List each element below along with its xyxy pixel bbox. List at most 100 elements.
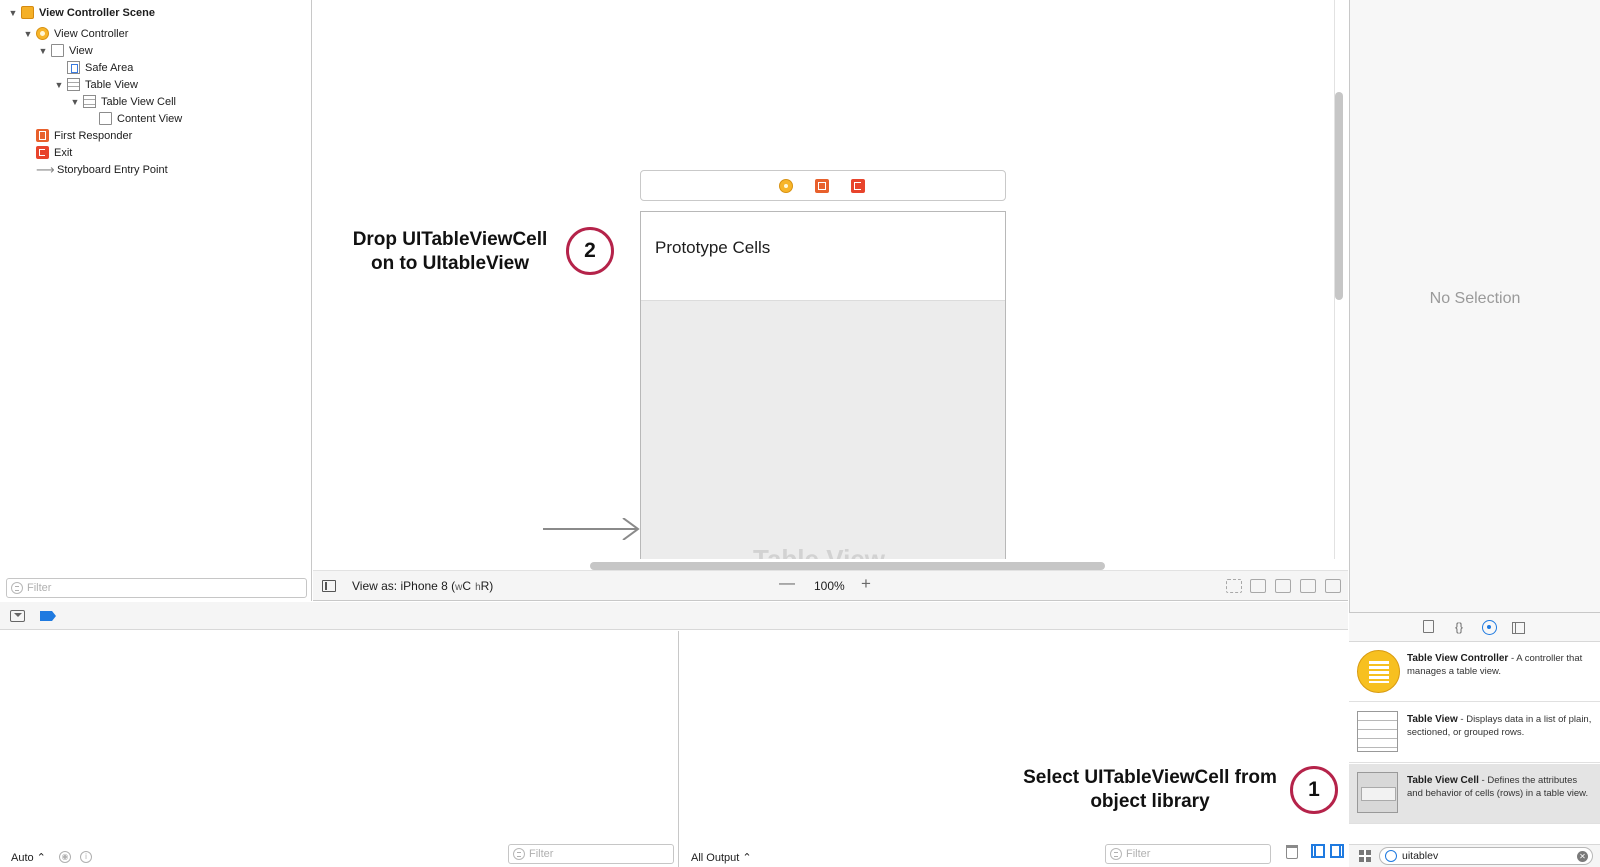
trash-icon[interactable] [1286, 845, 1298, 859]
variables-view: Auto ⌃ ◉ i Filter [0, 631, 679, 867]
inspector-pane: No Selection [1349, 0, 1600, 612]
outline-item-label: Content View [117, 112, 183, 125]
filter-icon [1110, 848, 1122, 860]
outline-item-view-controller-scene[interactable]: ▼ View Controller Scene [8, 4, 155, 21]
disclosure-triangle-icon[interactable]: ▼ [23, 29, 33, 39]
filter-icon [513, 848, 525, 860]
callout-line: on to UItableView [370, 253, 529, 274]
filter-icon [1385, 850, 1397, 862]
library-tabs: {} [1349, 612, 1600, 642]
outline-item-first-responder[interactable]: ▼ First Responder [23, 127, 132, 144]
vertical-scrollbar[interactable] [1335, 92, 1343, 300]
outline-item-storyboard-entry-point[interactable]: ▼ ⟶ Storyboard Entry Point [23, 161, 168, 178]
view-icon [51, 44, 64, 57]
object-library-tab-icon[interactable] [1482, 620, 1497, 635]
first-responder-icon[interactable] [815, 179, 829, 193]
table-view-cell-icon [1357, 772, 1398, 813]
info-icon[interactable]: i [80, 851, 92, 863]
library-item-table-view-cell[interactable]: Table View Cell - Defines the attributes… [1349, 764, 1600, 824]
exit-icon [36, 146, 49, 159]
disclosure-triangle-icon[interactable]: ▼ [54, 80, 64, 90]
code-snippet-library-tab-icon[interactable]: {} [1452, 620, 1466, 635]
callout-select-instruction: Select UITableViewCell from object libra… [1000, 766, 1300, 814]
show-variables-view-icon[interactable] [1311, 844, 1325, 858]
library-item-title: Table View Cell [1407, 775, 1479, 786]
filter-icon [11, 582, 23, 594]
entry-point-arrow-icon[interactable] [543, 518, 641, 540]
disclosure-triangle-icon[interactable]: ▼ [8, 8, 18, 18]
outline-item-safe-area[interactable]: ▼ Safe Area [54, 59, 133, 76]
grid-view-toggle-icon[interactable] [1359, 850, 1371, 862]
console-view: All Output ⌃ Filter [680, 631, 1348, 867]
filter-placeholder: Filter [1126, 848, 1151, 860]
callout-line: Select UITableViewCell from [1023, 767, 1277, 788]
table-view[interactable]: Table View [641, 301, 1005, 559]
output-label: All Output [691, 852, 740, 864]
table-view-controller-icon [1357, 650, 1400, 693]
view-controller-frame[interactable]: Prototype Cells Table View [640, 211, 1006, 559]
view-controller-icon[interactable] [779, 179, 793, 193]
outline-item-label: View Controller Scene [39, 6, 155, 19]
clear-search-icon[interactable]: ✕ [1577, 851, 1588, 862]
outline-item-label: Safe Area [85, 61, 134, 74]
first-responder-icon [36, 129, 49, 142]
media-library-tab-icon[interactable] [1512, 622, 1525, 634]
library-item-table-view-controller[interactable]: Table View Controller - A controller tha… [1349, 642, 1600, 702]
variables-filter-field[interactable]: Filter [508, 844, 674, 864]
document-outline-toggle-icon[interactable] [322, 580, 336, 592]
scene-dock [640, 170, 1006, 201]
eye-icon[interactable]: ◉ [59, 851, 71, 863]
step-badge-1: 1 [1290, 766, 1338, 814]
outline-filter-field[interactable]: Filter [6, 578, 307, 598]
library-footer: uitablev ✕ [1349, 844, 1600, 867]
zoom-level-label: 100% [814, 579, 845, 593]
resolve-auto-layout-icon[interactable] [1325, 579, 1341, 593]
auto-scope-selector[interactable]: Auto ⌃ [11, 851, 46, 864]
breakpoints-toggle-icon[interactable] [40, 611, 56, 621]
arrow-right-icon: ⟶ [36, 162, 55, 177]
table-view-watermark: Table View [753, 544, 885, 559]
outline-item-label: Table View Cell [101, 95, 177, 108]
zoom-out-button[interactable]: — [779, 575, 795, 593]
outline-item-exit[interactable]: ▼ Exit [23, 144, 72, 161]
embed-in-stack-icon[interactable] [1250, 579, 1266, 593]
library-search-field[interactable]: uitablev ✕ [1379, 847, 1593, 865]
update-frames-icon[interactable] [1226, 579, 1242, 593]
library-item-title: Table View Controller [1407, 653, 1509, 664]
outline-item-table-view-cell[interactable]: ▼ Table View Cell [70, 93, 176, 110]
outline-item-table-view[interactable]: ▼ Table View [54, 76, 138, 93]
outline-item-view[interactable]: ▼ View [38, 42, 93, 59]
outline-item-content-view[interactable]: ▼ Content View [86, 110, 182, 127]
hide-debug-area-icon[interactable] [10, 610, 25, 622]
no-selection-label: No Selection [1429, 290, 1521, 307]
library-item-title: Table View [1407, 714, 1458, 725]
zoom-in-button[interactable]: + [861, 574, 871, 594]
horizontal-scrollbar[interactable] [590, 562, 1105, 570]
prototype-cells-label: Prototype Cells [655, 238, 771, 257]
output-selector[interactable]: All Output ⌃ [691, 851, 752, 864]
console-filter-field[interactable]: Filter [1105, 844, 1271, 864]
align-icon[interactable] [1275, 579, 1291, 593]
outline-item-label: View [69, 44, 93, 57]
show-console-view-icon[interactable] [1330, 844, 1344, 858]
add-constraints-icon[interactable] [1300, 579, 1316, 593]
callout-line: Drop UITableViewCell [352, 229, 548, 250]
safe-area-icon [67, 61, 80, 74]
outline-item-view-controller[interactable]: ▼ View Controller [23, 25, 128, 42]
outline-item-label: First Responder [54, 129, 133, 142]
size-class-r-label: R) [480, 579, 494, 593]
library-item-table-view[interactable]: Table View - Displays data in a list of … [1349, 703, 1600, 763]
view-as-device-button[interactable]: View as: iPhone 8 (wC hR) [352, 579, 493, 593]
table-view-cell-icon [83, 95, 96, 108]
exit-icon[interactable] [851, 179, 865, 193]
callout-line: object library [1090, 791, 1210, 812]
filter-placeholder: Filter [529, 848, 554, 860]
view-controller-icon [36, 27, 49, 40]
view-as-label: View as: iPhone 8 ( [352, 579, 456, 593]
table-view-icon [1357, 711, 1398, 752]
disclosure-triangle-icon[interactable]: ▼ [38, 46, 48, 56]
table-view-icon [67, 78, 80, 91]
file-template-library-tab-icon[interactable] [1423, 620, 1434, 633]
disclosure-triangle-icon[interactable]: ▼ [70, 97, 80, 107]
library-search-value: uitablev [1402, 850, 1439, 862]
